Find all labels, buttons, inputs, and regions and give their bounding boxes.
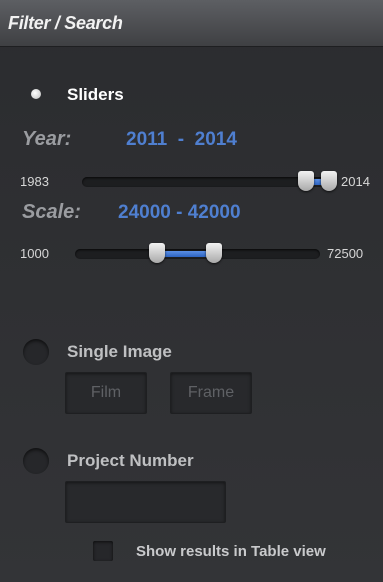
radio-selected-dot (31, 89, 41, 99)
scale-label: Scale: (22, 201, 81, 223)
scale-high-handle[interactable] (206, 243, 223, 263)
panel-title: Filter / Search (8, 13, 123, 33)
year-range-value: 2011 - 2014 (126, 129, 237, 150)
frame-input[interactable]: Frame (170, 372, 252, 414)
film-input[interactable]: Film (65, 372, 147, 414)
filter-search-panel: Filter / Search Sliders Year: 2011 - 201… (0, 0, 383, 582)
panel-header: Filter / Search (0, 0, 383, 47)
single-image-radio[interactable] (23, 339, 49, 365)
scale-slider-track[interactable] (75, 243, 320, 263)
project-number-radio[interactable] (23, 448, 49, 474)
scale-min-label: 1000 (20, 246, 49, 261)
year-label: Year: (22, 128, 72, 150)
year-low-handle[interactable] (297, 171, 314, 191)
table-view-checkbox[interactable] (93, 541, 113, 561)
scale-max-label: 72500 (327, 246, 364, 261)
sliders-radio[interactable] (23, 81, 49, 107)
project-number-input[interactable] (65, 481, 226, 523)
year-max-label: 2014 (341, 174, 370, 189)
project-number-label: Project Number (67, 451, 194, 470)
year-min-label: 1983 (20, 174, 49, 189)
sliders-label: Sliders (67, 85, 124, 104)
year-high-handle[interactable] (321, 171, 337, 191)
single-image-label: Single Image (67, 342, 172, 361)
table-view-label: Show results in Table view (136, 543, 326, 560)
year-slider-track[interactable] (82, 171, 337, 191)
scale-range-value: 24000 - 42000 (118, 202, 241, 223)
scale-low-handle[interactable] (148, 243, 165, 263)
